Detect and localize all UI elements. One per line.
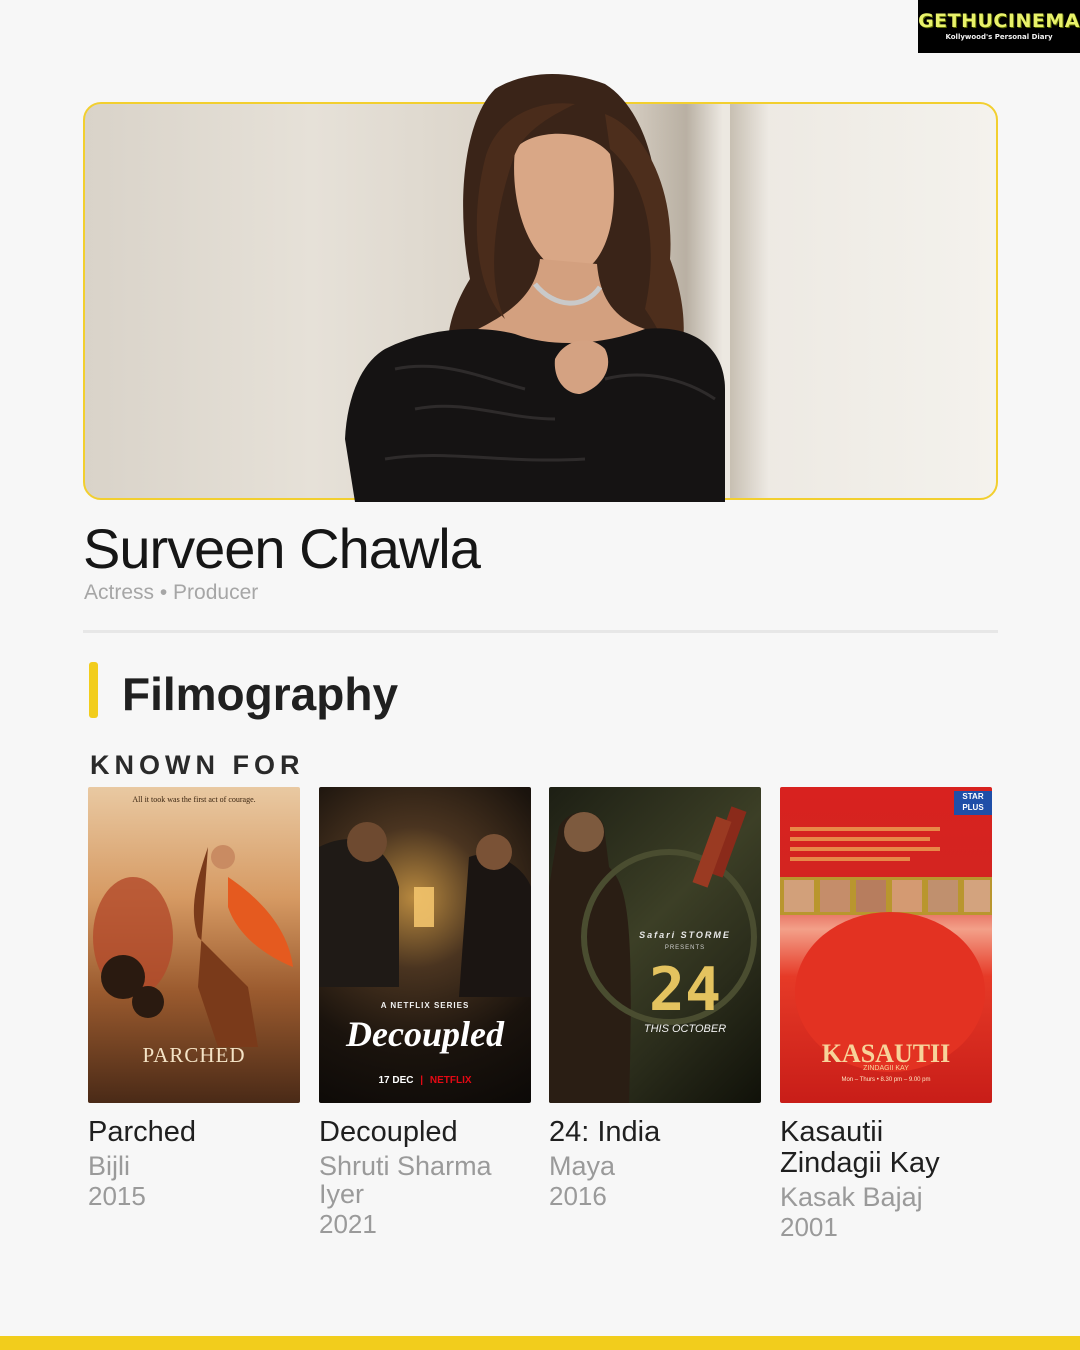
film-poster-kasautii[interactable]: STAR PLUS KASAUTII ZINDAGII KAY Mon – Th…	[780, 787, 992, 1103]
divider	[83, 630, 998, 633]
section-title: Filmography	[122, 668, 399, 720]
film-poster-24-india[interactable]: Safari STORME PRESENTS 24 THIS OCTOBER	[549, 787, 761, 1103]
poster-logo: Decoupled	[346, 1014, 504, 1054]
film-title[interactable]: Kasautii Zindagii Kay	[780, 1117, 992, 1179]
poster-timing: Mon – Thurs • 8.30 pm – 9.00 pm	[841, 1077, 931, 1083]
poster-brand: Safari STORME	[639, 930, 731, 940]
film-year: 2015	[88, 1181, 146, 1211]
film-poster-parched[interactable]: All it took was the first act of courage…	[88, 787, 300, 1103]
film-title[interactable]: 24: India	[549, 1117, 761, 1148]
poster-logo: 24	[648, 955, 722, 1025]
section-accent-bar	[89, 662, 98, 718]
film-role: Maya	[549, 1151, 616, 1181]
film-card-24-india[interactable]: Safari STORME PRESENTS 24 THIS OCTOBER 2…	[549, 787, 761, 1211]
poster-logo: PARCHED	[142, 1043, 246, 1067]
profile-photo-card	[83, 73, 998, 502]
film-year: 2021	[319, 1209, 377, 1239]
bottom-accent-bar	[0, 1336, 1080, 1350]
brand-logo: GETHUCINEMA Kollywood's Personal Diary	[918, 0, 1080, 53]
film-poster-decoupled[interactable]: A NETFLIX SERIES Decoupled 17 DEC | NETF…	[319, 787, 531, 1103]
known-for-label: KNOWN FOR	[90, 750, 305, 780]
poster-presents: PRESENTS	[664, 945, 706, 951]
brand-logo-text: GETHUCINEMA	[918, 10, 1080, 32]
film-card-decoupled[interactable]: A NETFLIX SERIES Decoupled 17 DEC | NETF…	[319, 787, 531, 1239]
poster-network: NETFLIX	[429, 1075, 472, 1086]
poster-kicker: A NETFLIX SERIES	[380, 1001, 470, 1010]
film-card-kasautii[interactable]: STAR PLUS KASAUTII ZINDAGII KAY Mon – Th…	[780, 787, 992, 1242]
film-role: Kasak Bajaj	[780, 1182, 923, 1212]
poster-sub-logo: ZINDAGII KAY	[863, 1065, 909, 1072]
brand-logo-subtitle: Kollywood's Personal Diary	[945, 33, 1053, 41]
film-year: 2001	[780, 1212, 838, 1242]
film-title[interactable]: Parched	[88, 1117, 300, 1148]
film-card-parched[interactable]: All it took was the first act of courage…	[88, 787, 300, 1211]
film-title[interactable]: Decoupled	[319, 1117, 531, 1148]
poster-date: 17 DEC	[378, 1075, 414, 1086]
film-role: Shruti Sharma Iyer	[319, 1151, 492, 1209]
film-year: 2016	[549, 1181, 607, 1211]
film-role: Bijli	[88, 1151, 131, 1181]
poster-release: THIS OCTOBER	[643, 1023, 727, 1035]
profile-photo	[345, 73, 725, 502]
person-roles: Actress • Producer	[84, 581, 259, 604]
person-name: Surveen Chawla	[83, 517, 481, 580]
